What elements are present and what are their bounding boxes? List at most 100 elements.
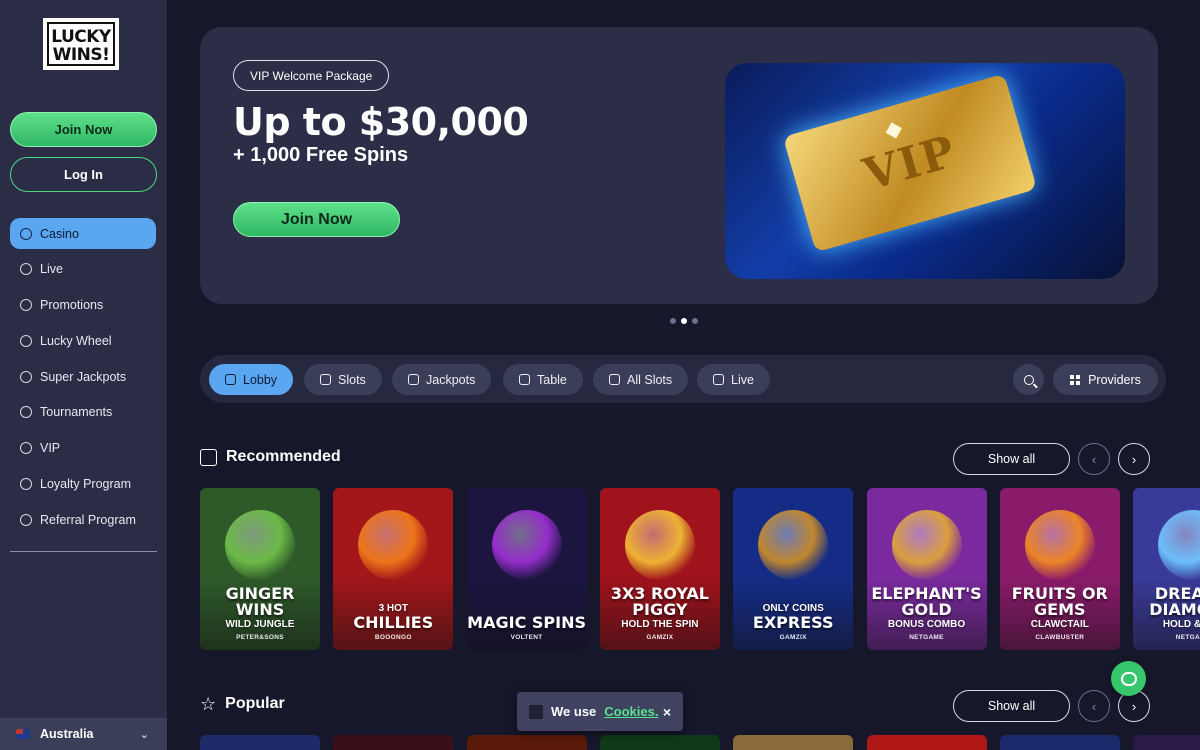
loyalty-icon: [20, 478, 32, 491]
casino-icon: [20, 227, 32, 240]
game-tile[interactable]: ONLY COINS EXPRESS GAMZIX: [733, 488, 854, 650]
popular-show-all-button[interactable]: Show all: [953, 690, 1070, 722]
tab-jackpots[interactable]: Jackpots: [392, 364, 492, 395]
sidebar-divider: [10, 551, 157, 552]
sidebar-item-super-jackpots[interactable]: Super Jackpots: [10, 361, 156, 392]
popular-game-tile[interactable]: [200, 735, 320, 750]
popular-header: ☆ Popular: [200, 695, 285, 713]
game-tile[interactable]: MAGIC SPINS VOLTENT: [466, 488, 587, 650]
recommended-header: Recommended: [200, 448, 341, 466]
table-icon: [519, 374, 530, 385]
game-tile[interactable]: 3 HOT CHILLIES BOOONGO: [333, 488, 454, 650]
tab-label: Lobby: [243, 372, 278, 387]
hero-banner: VIP Welcome Package Up to $30,000 + 1,00…: [200, 27, 1158, 304]
recommended-prev-button[interactable]: ‹: [1078, 443, 1110, 475]
lucky-wins-logo[interactable]: LUCKY WINS!: [43, 18, 119, 70]
category-bar: Live All Slots Table Jackpots Slots Lobby Pro…: [200, 355, 1166, 403]
sidebar-item-referral-program[interactable]: Referral Program: [10, 504, 156, 535]
referral-icon: [20, 513, 32, 526]
game-provider: NETGAME: [909, 634, 944, 641]
country-selector[interactable]: Australia ⌄: [0, 718, 167, 750]
sidebar-item-tournaments[interactable]: Tournaments: [10, 397, 156, 428]
popular-game-tile[interactable]: [1133, 735, 1200, 750]
chat-icon: [1120, 671, 1137, 686]
diamond-icon: ◆: [881, 114, 905, 144]
game-tile[interactable]: DREAMY DIAMONDHOLD & WIN NETGAME: [1133, 488, 1200, 650]
game-provider: GAMZIX: [779, 634, 807, 641]
sidebar-item-promotions[interactable]: Promotions: [10, 290, 156, 321]
hero-subtitle: + 1,000 Free Spins: [233, 144, 409, 166]
game-tile[interactable]: FRUITS OR GEMS CLAWCTAIL CLAWBUSTER: [999, 488, 1120, 650]
game-artwork: [624, 510, 695, 580]
sidebar-item-live[interactable]: Live: [10, 254, 156, 285]
game-title: MAGIC SPINS: [467, 613, 586, 632]
carousel-dot[interactable]: [692, 318, 698, 324]
thumbs-up-icon: [200, 448, 217, 466]
sidebar-item-label: Live: [40, 262, 63, 277]
recommended-title: Recommended: [226, 448, 341, 465]
popular-title: Popular: [225, 695, 285, 712]
recommended-show-all-button[interactable]: Show all: [953, 443, 1070, 475]
tab-all-slots[interactable]: All Slots: [593, 364, 689, 395]
hero-title: Up to $30,000: [233, 100, 529, 144]
recommended-next-button[interactable]: ›: [1118, 443, 1150, 475]
carousel-dot[interactable]: [670, 318, 676, 324]
popular-game-tile[interactable]: [599, 735, 720, 750]
sidebar-item-loyalty-program[interactable]: Loyalty Program: [10, 469, 156, 500]
tab-lobby[interactable]: Lobby: [209, 364, 294, 395]
slots-icon: [320, 374, 331, 385]
jackpot-icon: [408, 374, 419, 385]
carousel-dots: [670, 318, 698, 324]
tab-table[interactable]: Table: [503, 364, 583, 395]
wheel-icon: [20, 334, 32, 347]
tab-slots[interactable]: Slots: [304, 364, 382, 395]
sidebar-item-vip[interactable]: VIP: [10, 433, 156, 464]
sidebar-item-casino[interactable]: Casino: [10, 218, 156, 249]
game-provider: PETER&SONS: [236, 634, 284, 641]
tab-label: Slots: [338, 372, 366, 387]
popular-game-tile[interactable]: [733, 735, 854, 750]
game-tile[interactable]: GINGER WINS WILD JUNGLE PETER&SONS: [200, 488, 320, 650]
diamond-icon: [20, 442, 32, 455]
popular-game-tile[interactable]: [866, 735, 987, 750]
game-tile[interactable]: ELEPHANT'S GOLD BONUS COMBO NETGAME: [866, 488, 987, 650]
country-label: Australia: [40, 727, 94, 741]
search-icon: [1023, 374, 1034, 385]
live-chat-button[interactable]: [1111, 661, 1146, 696]
vip-welcome-pill: VIP Welcome Package: [233, 60, 390, 91]
game-title: ELEPHANT'S GOLD: [871, 584, 982, 619]
join-now-button[interactable]: Join Now: [10, 112, 157, 147]
carousel-dot[interactable]: [681, 318, 687, 324]
popular-game-tile[interactable]: [466, 735, 587, 750]
sidebar-item-lucky-wheel[interactable]: Lucky Wheel: [10, 325, 156, 356]
popular-games-row: [200, 735, 1200, 750]
game-provider: GAMZIX: [646, 634, 674, 641]
game-title: GINGER WINS: [225, 584, 295, 619]
search-button[interactable]: [1013, 364, 1044, 395]
tab-live[interactable]: Live: [697, 364, 770, 395]
australia-flag-icon: [16, 729, 30, 739]
popular-game-tile[interactable]: [999, 735, 1120, 750]
game-sub: BONUS COMBO: [887, 619, 966, 630]
live-icon: [713, 374, 724, 385]
popular-prev-button[interactable]: ‹: [1078, 690, 1110, 722]
chevron-down-icon: ⌄: [139, 728, 149, 741]
game-sub: HOLD THE SPIN: [621, 619, 699, 630]
popular-game-tile[interactable]: [333, 735, 454, 750]
sidebar-item-label: Casino: [40, 226, 79, 241]
hero-join-now-button[interactable]: Join Now: [233, 202, 400, 237]
game-title: FRUITS OR GEMS: [1011, 584, 1108, 619]
game-sub: HOLD & WIN: [1162, 619, 1200, 630]
sidebar-item-label: Promotions: [40, 298, 104, 313]
log-in-button[interactable]: Log In: [10, 157, 157, 192]
game-provider: BOOONGO: [374, 634, 412, 641]
logo-text: LUCKY WINS!: [47, 22, 115, 66]
grid-icon: [1070, 374, 1081, 385]
cookies-link[interactable]: Cookies.: [604, 704, 658, 719]
sidebar-item-label: Tournaments: [40, 405, 113, 420]
sidebar-item-label: Lucky Wheel: [40, 333, 112, 348]
close-icon[interactable]: ×: [663, 704, 671, 720]
game-provider: CLAWBUSTER: [1035, 634, 1085, 641]
game-tile[interactable]: 3X3 ROYAL PIGGY HOLD THE SPIN GAMZIX: [599, 488, 720, 650]
providers-button[interactable]: Providers: [1053, 364, 1158, 395]
